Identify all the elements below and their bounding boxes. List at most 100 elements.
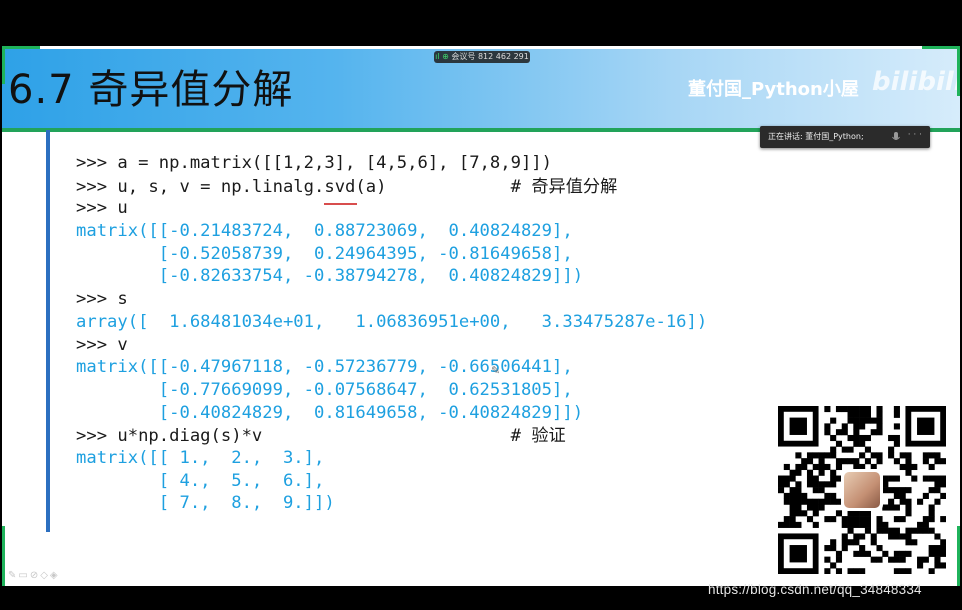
qr-module <box>853 550 860 557</box>
qr-module <box>882 521 889 528</box>
qr-module <box>905 463 912 471</box>
qr-module <box>795 463 802 471</box>
more-icon[interactable]: · · · <box>908 130 922 140</box>
qr-module <box>824 568 831 574</box>
qr-module <box>783 475 790 482</box>
qr-module <box>841 516 848 523</box>
qr-module <box>847 411 854 418</box>
qr-module <box>928 568 935 574</box>
qr-module <box>905 487 912 494</box>
qr-module <box>812 475 819 482</box>
qr-module <box>795 492 802 499</box>
qr-module <box>824 406 831 413</box>
qr-module <box>940 481 946 488</box>
qr-module <box>853 411 860 418</box>
qr-module <box>905 533 912 540</box>
code-text: matrix([[-0.21483724, 0.88723069, 0.4082… <box>76 221 573 242</box>
qr-module <box>864 411 871 418</box>
qr-module <box>922 492 929 499</box>
qr-module <box>864 516 871 523</box>
qr-module <box>911 539 918 546</box>
qr-module <box>818 469 825 476</box>
qr-module <box>899 452 906 459</box>
qr-module <box>876 429 883 436</box>
qr-module <box>893 440 900 447</box>
code-input-line: >>> u <box>76 197 707 220</box>
annotation-tools[interactable]: ✎▭⊘◇◈ <box>8 570 60 581</box>
qr-module <box>812 452 819 459</box>
speaker-indicator[interactable]: 正在讲话: 董付国_Python; · · · <box>760 126 930 148</box>
signal-icon: ıl ⊕ <box>435 52 449 61</box>
qr-module <box>899 498 906 505</box>
code-input-line: >>> u*np.diag(s)*v # 验证 <box>76 424 707 447</box>
qr-module <box>905 498 912 505</box>
qr-module <box>882 487 889 494</box>
qr-module <box>795 510 802 517</box>
qr-module <box>888 527 895 534</box>
qr-module <box>899 463 906 471</box>
qr-module <box>853 440 860 447</box>
qr-module <box>818 452 825 459</box>
code-input-line: >>> s <box>76 288 707 311</box>
qr-module <box>928 510 935 517</box>
code-text: array([ 1.68481034e+01, 1.06836951e+00, … <box>76 311 708 332</box>
qr-module <box>934 556 941 563</box>
frame-accent <box>2 526 5 586</box>
qr-module <box>789 504 796 511</box>
qr-module <box>789 475 796 482</box>
qr-module <box>864 434 871 442</box>
qr-module <box>905 510 912 517</box>
qr-module <box>847 521 854 528</box>
qr-module <box>905 539 912 546</box>
qr-module <box>841 446 848 453</box>
code-text: [ 4., 5., 6.], <box>76 470 325 491</box>
slide: 6.7 奇异值分解 董付国_Python小屋 bilibili ıl ⊕ 会议号… <box>2 46 960 586</box>
qr-module <box>893 411 900 418</box>
qr-module <box>928 550 935 557</box>
qr-module <box>806 498 814 505</box>
qr-module <box>835 440 843 447</box>
qr-module <box>835 406 843 413</box>
qr-module <box>928 475 935 482</box>
qr-finder <box>917 417 935 435</box>
qr-module <box>812 481 819 488</box>
qr-module <box>893 475 900 482</box>
meeting-id-badge[interactable]: ıl ⊕ 会议号 812 462 291 <box>434 51 530 63</box>
qr-module <box>801 458 808 465</box>
qr-module <box>824 463 831 471</box>
code-input-line: >>> v <box>76 334 707 357</box>
qr-module <box>882 527 889 534</box>
qr-module <box>859 406 866 413</box>
qr-module <box>859 533 866 540</box>
qr-module <box>801 510 808 517</box>
qr-module <box>917 521 924 528</box>
qr-module <box>905 452 912 459</box>
qr-module <box>905 550 912 557</box>
qr-module <box>905 504 912 511</box>
qr-module <box>835 458 843 465</box>
qr-module <box>841 539 848 546</box>
qr-module <box>934 487 941 494</box>
code-text: >>> v <box>76 334 128 355</box>
qr-module <box>812 510 819 517</box>
qr-module <box>830 481 837 488</box>
code-output-line: [-0.52058739, 0.24964395, -0.81649658], <box>76 243 707 266</box>
qr-module <box>917 527 924 534</box>
qr-module <box>859 452 866 459</box>
qr-module <box>893 492 900 499</box>
qr-module <box>893 458 900 465</box>
qr-module <box>888 434 895 442</box>
qr-module <box>789 487 796 494</box>
qr-module <box>824 452 831 459</box>
qr-module <box>818 458 825 465</box>
code-output-line: array([ 1.68481034e+01, 1.06836951e+00, … <box>76 311 707 334</box>
qr-module <box>882 475 889 482</box>
qr-module <box>888 504 895 511</box>
qr-module <box>928 527 935 534</box>
qr-module <box>812 463 819 471</box>
qr-module <box>778 475 785 482</box>
qr-module <box>806 516 814 523</box>
qr-module <box>928 516 935 523</box>
qr-module <box>893 406 900 413</box>
code-output-line: matrix([[ 1., 2., 3.], <box>76 447 707 470</box>
